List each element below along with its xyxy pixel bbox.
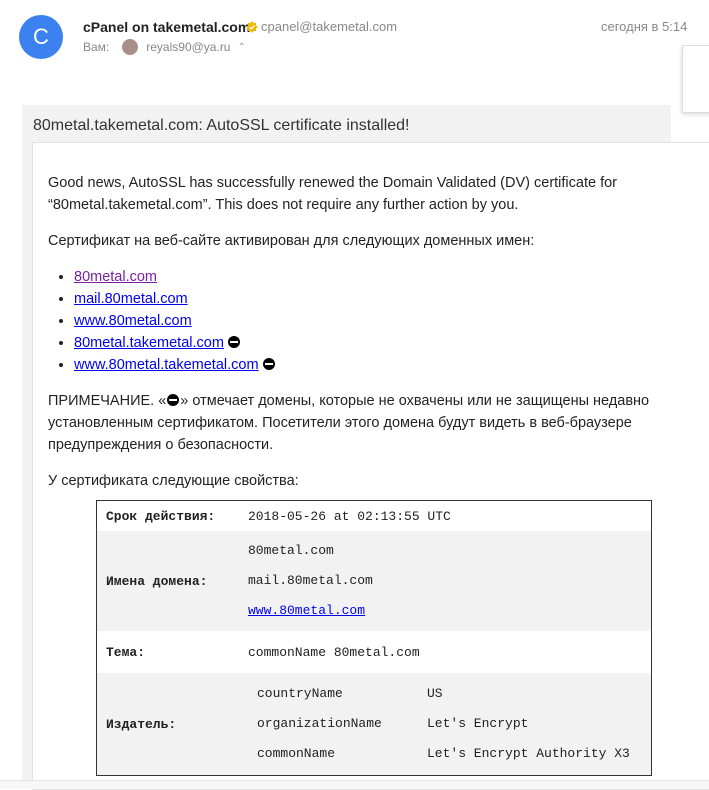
domain-names-stack: 80metal.com mail.80metal.com www.80metal… — [248, 536, 642, 626]
list-item: www.80metal.takemetal.com — [74, 354, 688, 376]
table-row: organizationName Let's Encrypt — [248, 709, 639, 739]
validity-value: 2018-05-26 at 02:13:55 UTC — [248, 508, 451, 524]
domains-label: Имена домена: — [96, 531, 239, 631]
issuer-value: US — [418, 679, 639, 709]
domain-link[interactable]: mail.80metal.com — [74, 291, 188, 307]
domain-names-cell: 80metal.com mail.80metal.com www.80metal… — [239, 531, 652, 631]
recipient-avatar — [122, 39, 139, 55]
dropdown-popup — [682, 45, 709, 113]
sender-email[interactable]: cpanel@takemetal.com — [261, 19, 397, 34]
props-intro-paragraph: У сертификата следующие свойства: — [48, 473, 299, 489]
domain-name-link[interactable]: www.80metal.com — [248, 603, 365, 618]
no-entry-icon — [262, 358, 275, 370]
table-row: countryName US — [248, 679, 639, 709]
sender-avatar[interactable]: C — [19, 15, 63, 59]
intro-paragraph: Good news, AutoSSL has successfully rene… — [48, 175, 618, 213]
recipient-row: Вам: reyals90@ya.ru ⌃ — [83, 39, 246, 55]
list-item: www.80metal.com — [74, 310, 688, 332]
domain-link[interactable]: 80metal.takemetal.com — [74, 335, 224, 351]
domain-name: mail.80metal.com — [248, 573, 373, 588]
domain-link[interactable]: www.80metal.takemetal.com — [74, 357, 259, 373]
message-subject: 80metal.takemetal.com: AutoSSL certifica… — [33, 117, 410, 134]
table-row: Тема: commonName 80metal.com — [97, 631, 652, 673]
sender-email-wrap: cpanel@takemetal.com — [246, 19, 397, 34]
issuer-key: organizationName — [248, 709, 418, 739]
domain-name: 80metal.com — [248, 543, 334, 558]
list-item: 80metal.com — [74, 266, 688, 288]
no-entry-icon — [227, 336, 240, 348]
cert-intro-paragraph: Сертификат на веб-сайте активирован для … — [48, 233, 535, 249]
list-item: 80metal.takemetal.com — [74, 332, 688, 354]
subject-key: commonName — [248, 644, 327, 660]
subject-value: commonName 80metal.com — [239, 631, 652, 673]
message-body: Good news, AutoSSL has successfully rene… — [48, 172, 688, 492]
verified-sender-icon — [246, 20, 258, 33]
subject-label: Тема: — [106, 644, 146, 660]
issuer-value: Let's Encrypt — [418, 709, 639, 739]
note-prefix: ПРИМЕЧАНИЕ. « — [48, 393, 167, 409]
list-item: mail.80metal.com — [74, 288, 688, 310]
chevron-up-icon[interactable]: ⌃ — [237, 42, 245, 53]
sender-name[interactable]: cPanel on takemetal.com — [83, 19, 250, 35]
no-entry-icon — [167, 394, 180, 406]
recipient-email[interactable]: reyals90@ya.ru — [146, 40, 230, 54]
issuer-key: commonName — [248, 739, 418, 769]
table-row: commonName Let's Encrypt Authority X3 — [248, 739, 639, 769]
issuer-label: Издатель: — [96, 673, 239, 776]
validity-label: Срок действия: — [106, 508, 216, 524]
table-row: Имена домена: 80metal.com mail.80metal.c… — [96, 531, 652, 631]
domain-list: 80metal.com mail.80metal.com www.80metal… — [48, 266, 688, 376]
issuer-key: countryName — [248, 679, 418, 709]
subject-name: 80metal.com — [333, 644, 420, 660]
issuer-cell: countryName US organizationName Let's Encr… — [239, 673, 652, 776]
message-date: сегодня в 5:14 — [601, 19, 688, 34]
table-row: Срок действия: 2018-05-26 at 02:13:55 UT… — [97, 501, 652, 532]
note-paragraph: ПРИМЕЧАНИЕ. «» отмечает домены, которые … — [48, 390, 688, 456]
domain-link[interactable]: 80metal.com — [74, 269, 157, 285]
certificate-properties-table: Срок действия: 2018-05-26 at 02:13:55 UT… — [96, 500, 652, 776]
domain-link[interactable]: www.80metal.com — [74, 313, 192, 329]
to-label: Вам: — [83, 40, 110, 54]
issuer-table: countryName US organizationName Let's Encr… — [248, 679, 639, 769]
issuer-value: Let's Encrypt Authority X3 — [418, 739, 639, 769]
table-row: Издатель: countryName US organizationName… — [96, 673, 652, 776]
